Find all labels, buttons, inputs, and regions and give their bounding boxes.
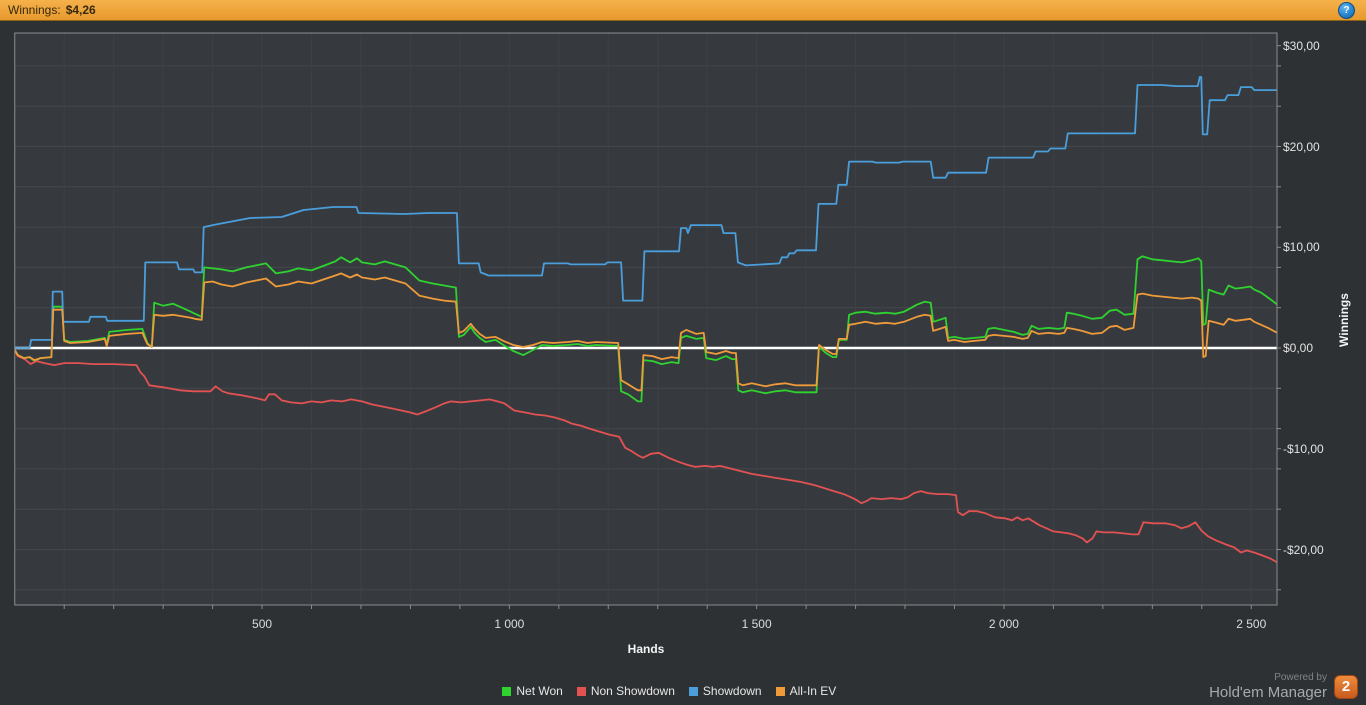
brand-name: Hold'em Manager [1209, 683, 1327, 701]
legend-item-showdown[interactable]: Showdown [688, 684, 762, 698]
winnings-graph-plot [14, 32, 1281, 609]
winnings-value: $4,26 [65, 3, 96, 17]
plot-area [14, 33, 1277, 605]
y-tick-label: $0,00 [1283, 341, 1314, 355]
legend-item-net-won[interactable]: Net Won [502, 684, 563, 698]
x-tick-label: 500 [252, 617, 273, 631]
y-tick-label: $30,00 [1283, 38, 1320, 53]
legend-item-non-showdown[interactable]: Non Showdown [576, 684, 675, 698]
y-tick-label: $10,00 [1283, 240, 1320, 255]
legend-label: Showdown [702, 684, 762, 698]
y-tick-label: $20,00 [1283, 139, 1320, 154]
x-axis-title: Hands [627, 642, 665, 656]
help-icon[interactable]: ? [1338, 2, 1355, 19]
non-showdown-swatch-icon [576, 686, 586, 696]
x-tick-label: 2 000 [988, 617, 1019, 631]
x-tick-label: 2 500 [1236, 617, 1267, 631]
legend-label: All-In EV [789, 684, 837, 698]
hm2-graph-window: Winnings: $4,26 ? $30,00 $20,00 $10,00 $0,0… [0, 0, 1366, 705]
legend-label: Non Showdown [590, 684, 675, 698]
powered-by-brand: Powered by Hold'em Manager 2 [1209, 672, 1358, 701]
winnings-label: Winnings: [8, 3, 61, 17]
y-axis-title: Winnings [1337, 293, 1351, 347]
y-tick-label: -$10,00 [1283, 441, 1324, 456]
all-in-ev-swatch-icon [775, 686, 785, 696]
hm2-badge-icon: 2 [1334, 674, 1358, 699]
net-won-swatch-icon [502, 686, 512, 696]
x-tick-label: 1 000 [494, 617, 525, 631]
brand-text: Powered by Hold'em Manager [1209, 672, 1327, 701]
title-bar: Winnings: $4,26 [0, 0, 1366, 21]
showdown-swatch-icon [688, 686, 698, 696]
x-tick-label: 1 500 [741, 617, 772, 631]
y-tick-label: -$20,00 [1283, 542, 1324, 557]
legend: Net Won Non Showdown Showdown All-In EV [0, 684, 1339, 698]
legend-label: Net Won [516, 684, 563, 698]
powered-by-label: Powered by [1274, 672, 1327, 684]
legend-item-all-in-ev[interactable]: All-In EV [775, 684, 837, 698]
